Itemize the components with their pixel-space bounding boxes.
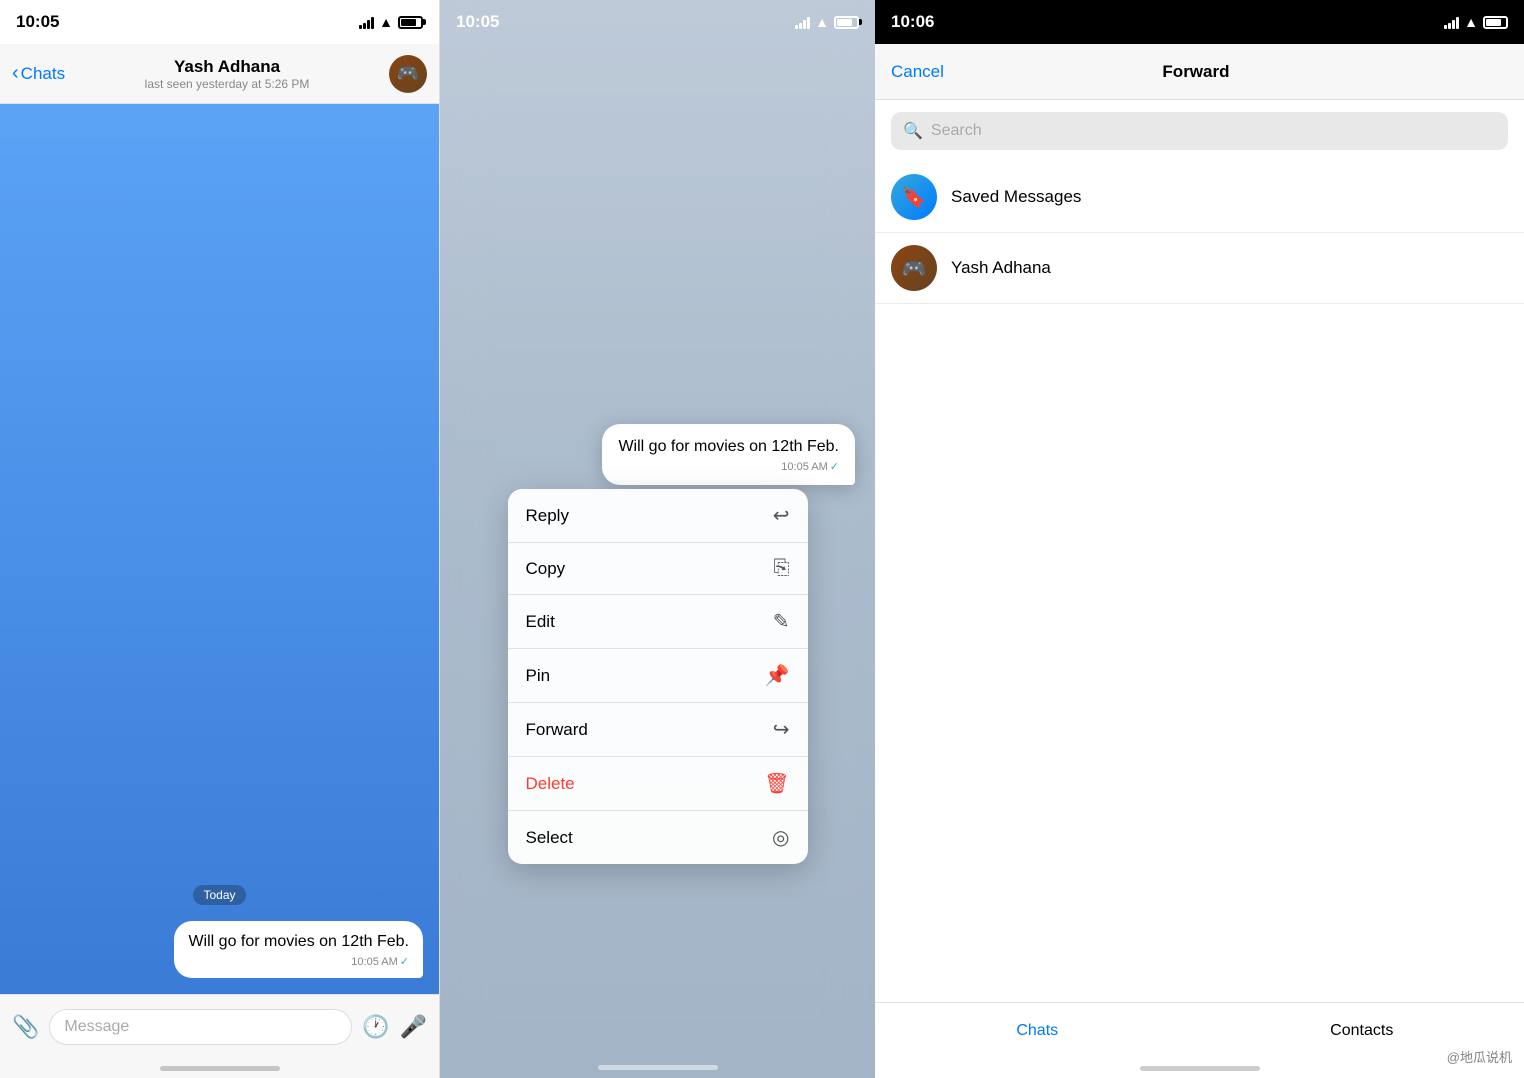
wifi-icon-1: ▲ [379, 14, 393, 30]
forward-icon: ↪ [773, 717, 790, 742]
tab-chats[interactable]: Chats [875, 1003, 1200, 1058]
signal-bars-1 [359, 15, 374, 29]
panel2-content: Will go for movies on 12th Feb. 10:05 AM… [440, 44, 875, 864]
signal-bars-2 [795, 15, 810, 29]
message-meta: 10:05 AM ✓ [188, 955, 409, 968]
check-icon: ✓ [400, 955, 409, 968]
signal-bars-3 [1444, 15, 1459, 29]
context-menu-panel: 10:05 ▲ Will go for movies on 12th Feb. … [440, 0, 875, 1078]
status-bar-3: 10:06 ▲ [875, 0, 1524, 44]
date-badge: Today [193, 885, 245, 905]
chat-panel: 10:05 ▲ ‹ Chats Yash Adhana last seen ye… [0, 0, 440, 1078]
messages-area: Today Will go for movies on 12th Feb. 10… [0, 104, 439, 994]
status-time-3: 10:06 [891, 12, 934, 32]
preview-check-icon: ✓ [830, 460, 839, 473]
yash-avatar: 🎮 [891, 245, 937, 291]
message-input[interactable]: Message [49, 1009, 352, 1045]
chat-contact-name: Yash Adhana [73, 57, 381, 77]
battery-icon-1 [398, 16, 423, 29]
menu-edit-label: Edit [526, 612, 555, 632]
status-bar-2: 10:05 ▲ [440, 0, 875, 44]
message-time: 10:05 AM [351, 956, 397, 968]
search-placeholder: Search [931, 122, 982, 140]
emoji-icon[interactable]: 🕐 [362, 1014, 389, 1040]
forward-title: Forward [1162, 62, 1229, 82]
edit-icon: ✎ [773, 609, 790, 634]
forward-header: Cancel Forward [875, 44, 1524, 100]
status-icons-1: ▲ [359, 14, 423, 30]
message-bubble[interactable]: Will go for movies on 12th Feb. 10:05 AM… [174, 921, 423, 978]
home-bar-1 [160, 1066, 280, 1071]
cancel-button[interactable]: Cancel [891, 62, 944, 82]
chat-input-bar: 📎 Message 🕐 🎤 [0, 994, 439, 1058]
back-button[interactable]: ‹ Chats [12, 62, 65, 85]
forward-panel: 10:06 ▲ Cancel Forward 🔍 Search 🔖 [875, 0, 1524, 1078]
forward-item-yash[interactable]: 🎮 Yash Adhana [875, 233, 1524, 304]
menu-item-reply[interactable]: Reply ↩ [508, 489, 808, 543]
preview-message-text: Will go for movies on 12th Feb. [618, 436, 839, 458]
menu-item-delete[interactable]: Delete 🗑 [508, 757, 808, 811]
menu-copy-label: Copy [526, 559, 566, 579]
saved-messages-name: Saved Messages [951, 187, 1081, 207]
chat-contact-status: last seen yesterday at 5:26 PM [73, 77, 381, 91]
preview-message-meta: 10:05 AM ✓ [618, 460, 839, 473]
status-icons-3: ▲ [1444, 14, 1508, 30]
preview-message-time: 10:05 AM [781, 461, 827, 473]
menu-pin-label: Pin [526, 666, 551, 686]
bottom-tabs: Chats Contacts [875, 1002, 1524, 1058]
status-bar-1: 10:05 ▲ [0, 0, 439, 44]
home-indicator-1 [0, 1058, 439, 1078]
input-placeholder: Message [64, 1018, 129, 1036]
home-indicator-3 [875, 1058, 1524, 1078]
wifi-icon-2: ▲ [815, 14, 829, 30]
watermark: @地瓜说机 [1447, 1047, 1512, 1066]
menu-item-copy[interactable]: Copy ⎘ [508, 543, 808, 595]
yash-name: Yash Adhana [951, 258, 1051, 278]
menu-delete-label: Delete [526, 774, 575, 794]
home-indicator-2 [598, 1065, 718, 1070]
forward-search-bar[interactable]: 🔍 Search [891, 112, 1508, 150]
attachment-icon[interactable]: 📎 [12, 1014, 39, 1040]
forward-item-saved[interactable]: 🔖 Saved Messages [875, 162, 1524, 233]
context-menu: Reply ↩ Copy ⎘ Edit ✎ Pin 📌 Forward ↪ De… [508, 489, 808, 864]
avatar[interactable]: 🎮 [389, 55, 427, 93]
menu-item-pin[interactable]: Pin 📌 [508, 649, 808, 703]
select-icon: ◎ [772, 825, 789, 850]
mic-icon[interactable]: 🎤 [400, 1014, 427, 1040]
pin-icon: 📌 [765, 663, 790, 688]
menu-reply-label: Reply [526, 506, 569, 526]
menu-select-label: Select [526, 828, 573, 848]
reply-icon: ↩ [773, 503, 790, 528]
message-preview-bubble: Will go for movies on 12th Feb. 10:05 AM… [602, 424, 855, 485]
back-chevron-icon: ‹ [12, 62, 19, 85]
battery-icon-2 [834, 16, 859, 29]
menu-item-select[interactable]: Select ◎ [508, 811, 808, 864]
status-time-2: 10:05 [456, 12, 499, 32]
battery-icon-3 [1483, 16, 1508, 29]
delete-icon: 🗑 [764, 771, 789, 796]
message-text: Will go for movies on 12th Feb. [188, 931, 409, 953]
menu-forward-label: Forward [526, 720, 588, 740]
search-icon: 🔍 [903, 121, 923, 141]
menu-item-edit[interactable]: Edit ✎ [508, 595, 808, 649]
chat-header: ‹ Chats Yash Adhana last seen yesterday … [0, 44, 439, 104]
copy-icon: ⎘ [774, 557, 790, 580]
status-icons-2: ▲ [795, 14, 859, 30]
forward-contact-list: 🔖 Saved Messages 🎮 Yash Adhana [875, 162, 1524, 1002]
chat-header-center: Yash Adhana last seen yesterday at 5:26 … [73, 57, 381, 91]
wifi-icon-3: ▲ [1464, 14, 1478, 30]
saved-messages-avatar: 🔖 [891, 174, 937, 220]
menu-item-forward[interactable]: Forward ↪ [508, 703, 808, 757]
back-label[interactable]: Chats [21, 64, 65, 84]
status-time-1: 10:05 [16, 12, 59, 32]
